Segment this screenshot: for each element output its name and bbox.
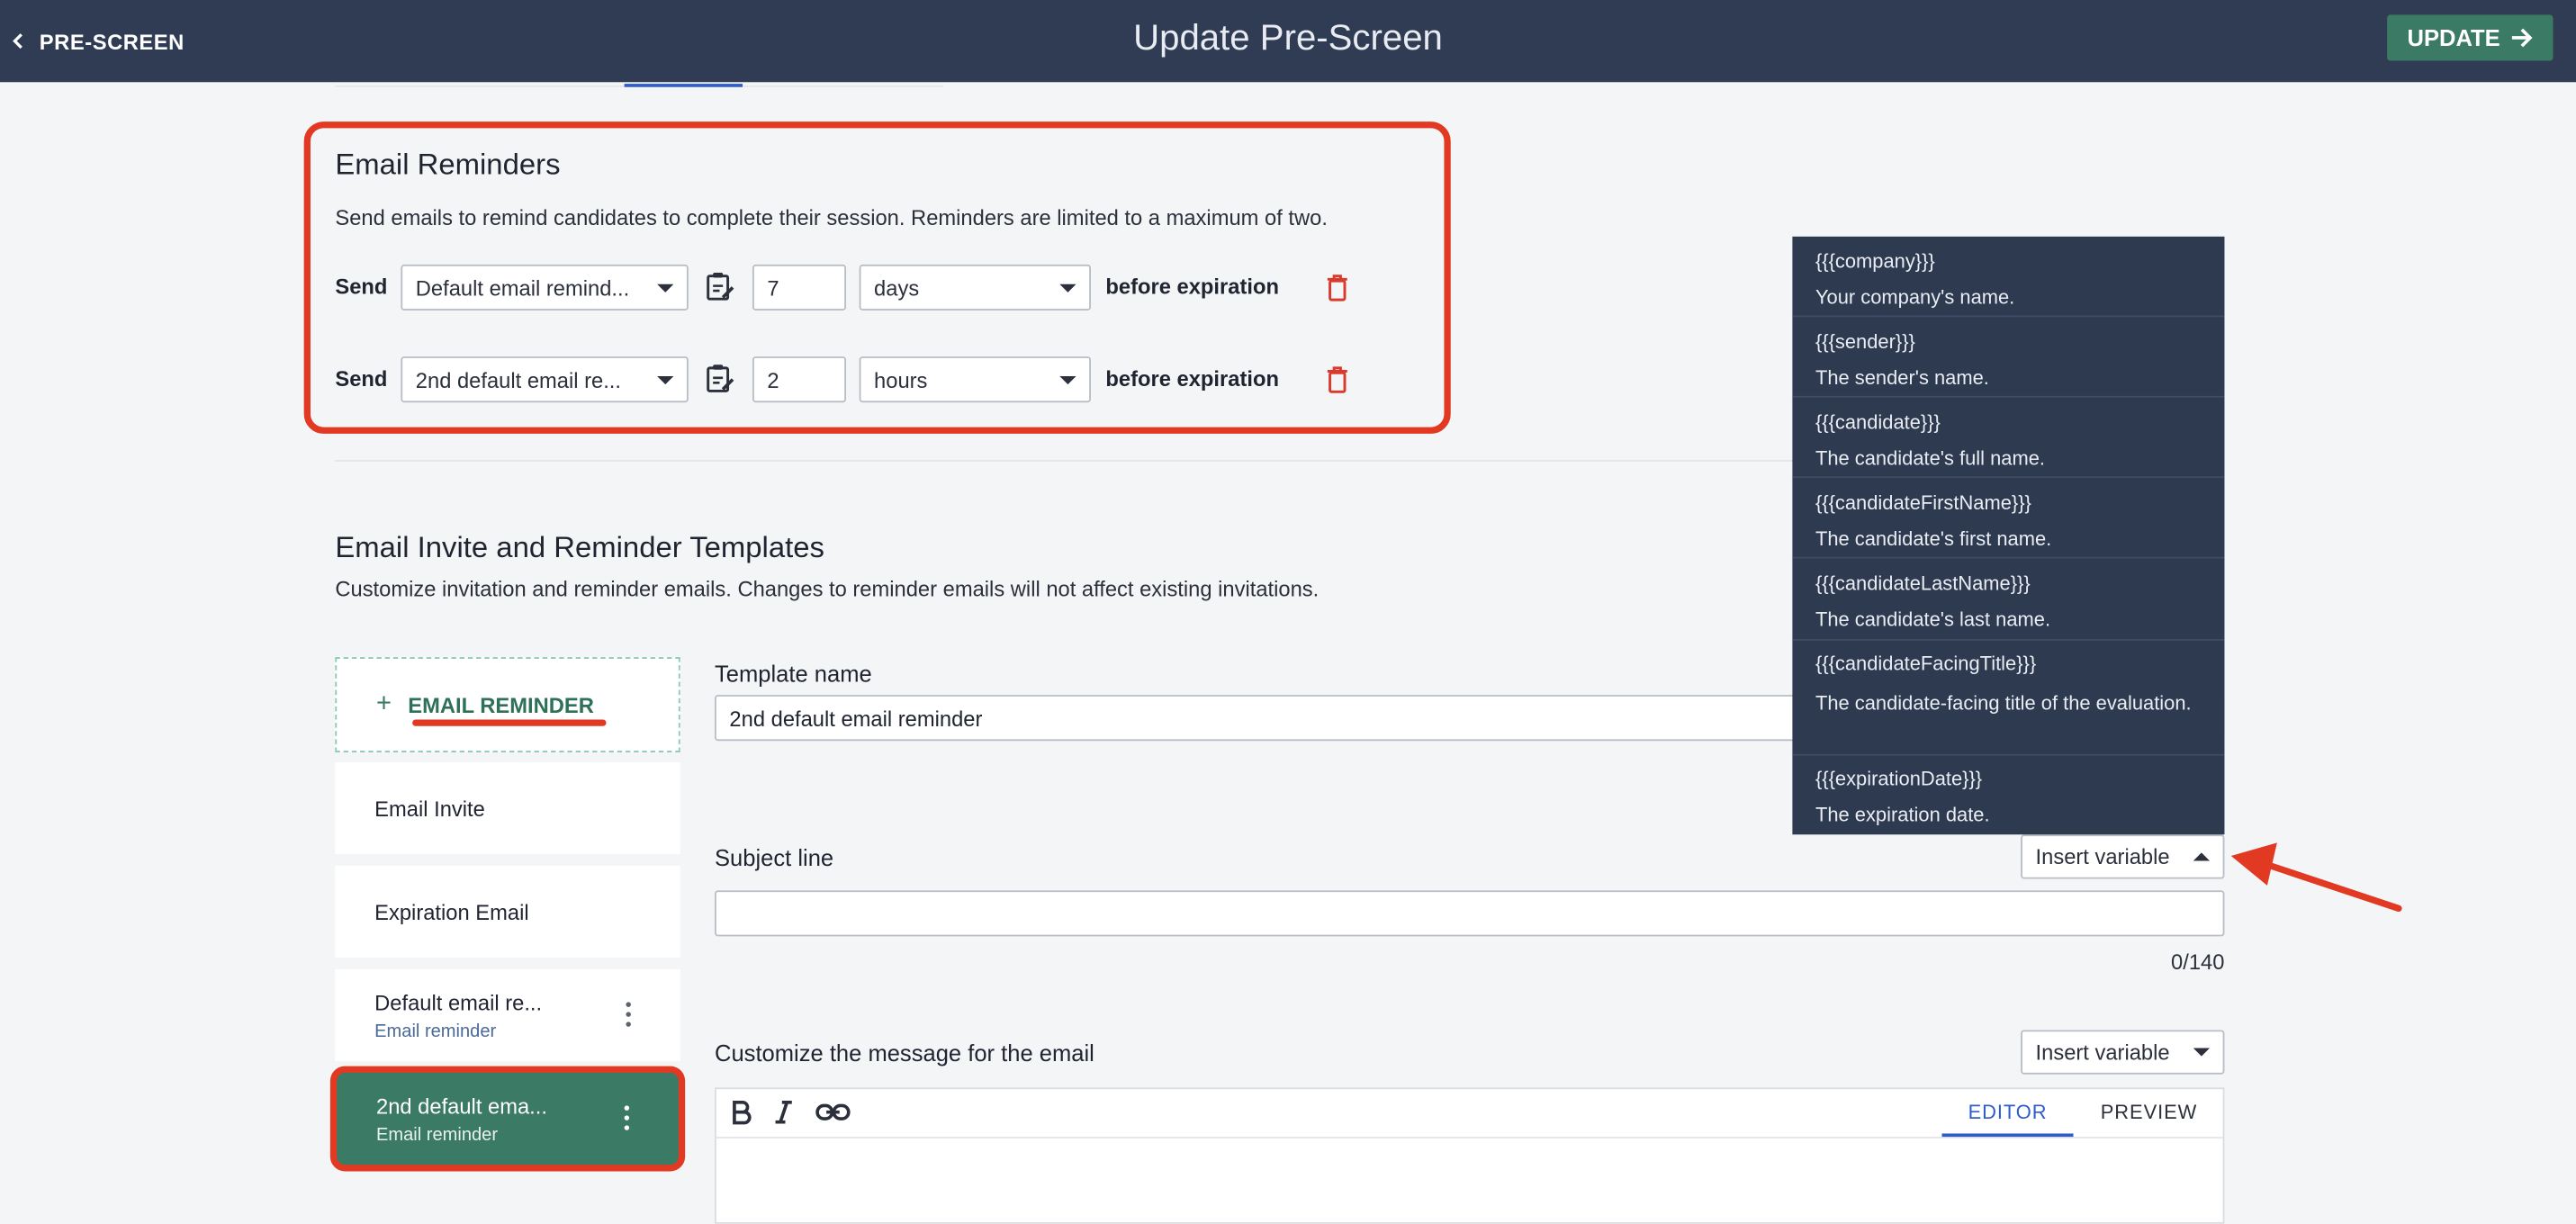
template-item-default-reminder[interactable]: Default email re... Email reminder (335, 968, 680, 1062)
template-item-label: Email Invite (374, 796, 485, 821)
caret-down-icon (1059, 375, 1076, 384)
select-value: hours (874, 366, 928, 392)
variable-description: The candidate-facing title of the evalua… (1815, 691, 2192, 716)
variable-description: The candidate's first name. (1815, 526, 2052, 551)
variable-description: The candidate's full name. (1815, 446, 2045, 471)
tab-preview[interactable]: PREVIEW (2083, 1089, 2214, 1137)
page-title: Update Pre-Screen (1133, 16, 1443, 58)
editor-toolbar: EDITOR PREVIEW (716, 1089, 2223, 1138)
trash-icon[interactable] (1324, 273, 1350, 302)
variable-option-sender[interactable]: {{{sender}}} The sender's name. (1792, 317, 2225, 398)
subject-char-counter: 0/140 (2171, 950, 2225, 975)
template-item-type: Email reminder (374, 1021, 497, 1041)
add-email-reminder-button[interactable]: + EMAIL REMINDER (335, 657, 680, 752)
annotation-underline (412, 719, 607, 726)
active-tab-indicator (624, 84, 743, 87)
select-value: days (874, 274, 920, 301)
arrow-right-icon (2511, 28, 2533, 48)
templates-description: Customize invitation and reminder emails… (335, 576, 1320, 602)
variable-key: {{{candidateLastName}}} (1815, 572, 2031, 595)
reminders-title: Email Reminders (335, 148, 561, 181)
template-item-label: Expiration Email (374, 899, 529, 924)
app-root: PRE-SCREEN Update Pre-Screen UPDATE Emai… (0, 0, 2576, 1224)
variable-key: {{{candidate}}} (1815, 410, 1941, 434)
more-vert-icon[interactable] (625, 1002, 631, 1028)
update-button[interactable]: UPDATE (2387, 14, 2553, 61)
insert-variable-menu: {{{company}}} Your company's name. {{{se… (1792, 236, 2225, 835)
select-value: 2nd default email re... (415, 366, 622, 392)
subject-line-input[interactable] (715, 890, 2225, 937)
update-label: UPDATE (2407, 24, 2500, 51)
template-item-type: Email reminder (375, 1124, 499, 1145)
bold-icon[interactable] (729, 1099, 752, 1125)
variable-description: The expiration date. (1815, 803, 1990, 827)
before-expiration-label: before expiration (1105, 274, 1279, 300)
caret-up-icon (2193, 852, 2211, 861)
templates-title: Email Invite and Reminder Templates (335, 530, 824, 564)
variable-key: {{{expirationDate}}} (1815, 767, 1983, 790)
variable-key: {{{candidateFirstName}}} (1815, 490, 2031, 515)
template-item-2nd-reminder-selected[interactable]: 2nd default ema... Email reminder (329, 1066, 686, 1172)
select-value: Insert variable (2035, 1040, 2170, 1065)
template-item-label: Default email re... (374, 989, 543, 1015)
more-vert-icon[interactable] (623, 1105, 629, 1131)
variable-key: {{{sender}}} (1815, 329, 1915, 354)
caret-down-icon (657, 375, 674, 384)
clipboard-edit-icon[interactable] (703, 269, 736, 302)
template-name-label: Template name (715, 660, 872, 687)
variable-option-candidate-first-name[interactable]: {{{candidateFirstName}}} The candidate's… (1792, 478, 2225, 559)
variable-option-candidate-last-name[interactable]: {{{candidateLastName}}} The candidate's … (1792, 559, 2225, 641)
add-email-reminder-label: EMAIL REMINDER (408, 692, 594, 717)
variable-option-candidate-facing-title[interactable]: {{{candidateFacingTitle}}} The candidate… (1792, 641, 2225, 756)
clipboard-edit-icon[interactable] (703, 362, 736, 395)
variable-option-expiration-date[interactable]: {{{expirationDate}}} The expiration date… (1792, 756, 2224, 835)
template-item-email-invite[interactable]: Email Invite (335, 761, 680, 855)
variable-description: The candidate's last name. (1815, 608, 2051, 631)
reminder-amount-input[interactable]: 2 (752, 356, 847, 403)
template-item-label: 2nd default ema... (375, 1093, 547, 1119)
before-expiration-label: before expiration (1105, 366, 1279, 392)
send-label: Send (335, 366, 388, 392)
variable-option-candidate[interactable]: {{{candidate}}} The candidate's full nam… (1792, 398, 2225, 479)
message-label: Customize the message for the email (715, 1040, 1094, 1066)
send-label: Send (335, 274, 388, 300)
select-value: Insert variable (2035, 844, 2170, 869)
message-editor[interactable]: EDITOR PREVIEW (715, 1087, 2225, 1224)
link-icon[interactable] (815, 1101, 851, 1124)
template-item-expiration-email[interactable]: Expiration Email (335, 865, 680, 958)
annotation-arrow (2230, 842, 2402, 913)
insert-variable-message-dropdown[interactable]: Insert variable (2021, 1030, 2225, 1075)
variable-description: Your company's name. (1815, 285, 2015, 310)
reminder-unit-select[interactable]: hours (859, 356, 1091, 403)
reminder-amount-input[interactable]: 7 (752, 264, 847, 310)
subject-line-label: Subject line (715, 844, 834, 871)
variable-key: {{{candidateFacingTitle}}} (1815, 652, 2037, 676)
reminder-unit-select[interactable]: days (859, 264, 1091, 310)
insert-variable-subject-dropdown[interactable]: Insert variable (2021, 834, 2225, 879)
variable-key: {{{company}}} (1815, 249, 1935, 273)
caret-down-icon (657, 283, 674, 292)
italic-icon[interactable] (772, 1099, 796, 1125)
plus-icon: + (375, 689, 392, 718)
reminder-template-select[interactable]: 2nd default email re... (401, 356, 689, 403)
variable-description: The sender's name. (1815, 366, 1989, 390)
reminders-description: Send emails to remind candidates to comp… (335, 205, 1328, 230)
caret-down-icon (1059, 283, 1076, 292)
reminder-template-select[interactable]: Default email remind... (401, 264, 689, 310)
trash-icon[interactable] (1324, 364, 1350, 394)
caret-down-icon (2193, 1048, 2211, 1057)
variable-option-company[interactable]: {{{company}}} Your company's name. (1792, 237, 2225, 318)
tab-editor[interactable]: EDITOR (1941, 1089, 2074, 1138)
select-value: Default email remind... (415, 274, 630, 301)
